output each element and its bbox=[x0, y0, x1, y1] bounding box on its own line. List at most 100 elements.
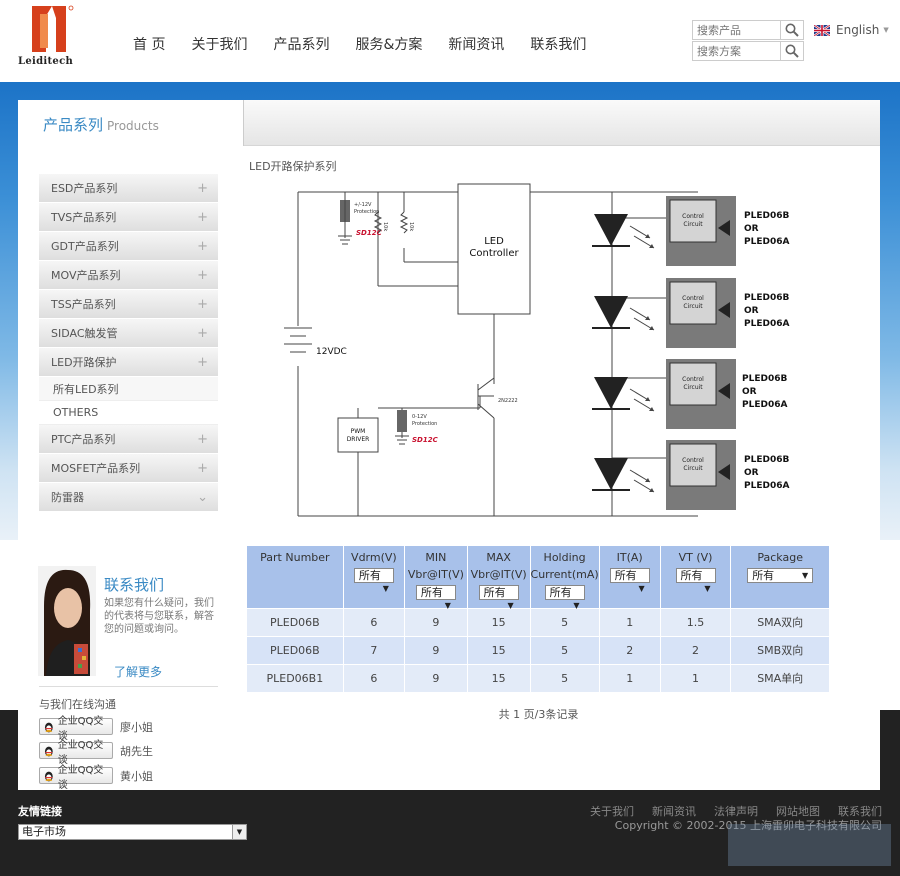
learn-more-link[interactable]: 了解更多 bbox=[114, 663, 162, 680]
solution-search-button[interactable] bbox=[781, 42, 803, 60]
supply-label: 12VDC bbox=[316, 347, 347, 357]
caret-down-icon: ▼ bbox=[444, 601, 451, 610]
sidebar-sub-others[interactable]: OTHERS bbox=[39, 401, 218, 425]
filter-select[interactable]: 所有 ▼ bbox=[675, 568, 716, 593]
part-line2: OR bbox=[744, 224, 759, 234]
table-row[interactable]: PLED06B 6 9 15 5 1 1.5 SMA双向 bbox=[247, 607, 830, 636]
part-line1: PLED06B bbox=[742, 374, 787, 384]
header-label: Holding bbox=[543, 551, 586, 564]
brand-name: Leiditech bbox=[18, 56, 74, 67]
nav-home[interactable]: 首 页 bbox=[133, 34, 165, 54]
nav-news[interactable]: 新闻资讯 bbox=[448, 34, 504, 54]
product-search-button[interactable] bbox=[781, 21, 803, 39]
resistor-value-1: 10k bbox=[382, 222, 388, 231]
plus-icon: + bbox=[197, 209, 208, 225]
sidebar-item-led[interactable]: LED开路保护 + bbox=[39, 348, 218, 377]
qq-agent-row: 企业QQ交谈 廖小姐 bbox=[39, 716, 153, 742]
sidebar-item-gdt[interactable]: GDT产品系列 + bbox=[39, 232, 218, 261]
part-line3: PLED06A bbox=[744, 237, 789, 247]
table-row[interactable]: PLED06B 7 9 15 5 2 2 SMB双向 bbox=[247, 635, 830, 664]
part-line2: OR bbox=[742, 387, 757, 397]
qq-chat-label: 企业QQ交谈 bbox=[57, 764, 104, 791]
filter-package[interactable]: 所有 ▼ bbox=[731, 566, 829, 584]
cell-package: SMA单向 bbox=[730, 663, 830, 692]
contact-title: 联系我们 bbox=[104, 576, 165, 594]
agent-name: 黄小姐 bbox=[120, 769, 153, 783]
qq-chat-button[interactable]: 企业QQ交谈 bbox=[39, 765, 113, 791]
panel-title-cn: 产品系列 bbox=[43, 116, 104, 134]
control-line2: Circuit bbox=[683, 221, 703, 228]
panel-title-en: Products bbox=[107, 119, 159, 133]
product-search bbox=[692, 20, 804, 40]
pagination-info: 共 1 页/3条记录 bbox=[498, 708, 579, 721]
part-line3: PLED06A bbox=[744, 319, 789, 329]
nav-products[interactable]: 产品系列 bbox=[273, 34, 329, 54]
sidebar-item-tvs[interactable]: TVS产品系列 + bbox=[39, 203, 218, 232]
table-row[interactable]: PLED06B1 6 9 15 5 1 1 SMA单向 bbox=[247, 663, 830, 692]
sidebar-item-label: 防雷器 bbox=[51, 491, 84, 504]
part-line3: PLED06A bbox=[744, 481, 789, 491]
filter-value: 所有 bbox=[483, 586, 506, 599]
plus-icon: + bbox=[197, 296, 208, 312]
cell-holding-current: 5 bbox=[530, 635, 600, 664]
filter-vdrm[interactable]: 所有 ▼ bbox=[344, 566, 404, 593]
header-label: VT (V) bbox=[678, 551, 713, 564]
filter-select[interactable]: 所有 ▼ bbox=[544, 585, 585, 610]
filter-select[interactable]: 所有 ▼ bbox=[353, 568, 394, 593]
contact-text: 如果您有什么疑问，我们的代表将与您联系，解答您的问题或询问。 bbox=[104, 598, 214, 635]
plus-icon: + bbox=[197, 238, 208, 254]
filter-select[interactable]: 所有 ▼ bbox=[478, 585, 519, 610]
sidebar-item-label: TSS产品系列 bbox=[51, 298, 116, 311]
protection-bot-line1: 0-12V bbox=[412, 414, 427, 420]
language-switch[interactable]: English ▼ bbox=[814, 23, 889, 37]
led-controller-line2: Controller bbox=[469, 248, 519, 259]
sidebar-item-tss[interactable]: TSS产品系列 + bbox=[39, 290, 218, 319]
filter-vt[interactable]: 所有 ▼ bbox=[661, 566, 731, 593]
cell-vt: 1 bbox=[660, 663, 732, 692]
uk-flag-icon bbox=[814, 24, 830, 36]
cell-max-vbr: 15 bbox=[467, 635, 531, 664]
col-it: IT(A) 所有 ▼ bbox=[599, 546, 661, 608]
filter-it[interactable]: 所有 ▼ bbox=[600, 566, 660, 593]
caret-down-icon: ▼ bbox=[883, 26, 889, 34]
sidebar-item-ptc[interactable]: PTC产品系列 + bbox=[39, 425, 218, 454]
part-line2: OR bbox=[744, 306, 759, 316]
caret-down-icon: ▼ bbox=[382, 584, 389, 593]
plus-icon: + bbox=[197, 354, 208, 370]
filter-select[interactable]: 所有 ▼ bbox=[415, 585, 456, 610]
col-vt: VT (V) 所有 ▼ bbox=[660, 546, 732, 608]
search-icon bbox=[785, 23, 799, 37]
col-part-number: Part Number bbox=[247, 546, 344, 608]
cell-package: SMA双向 bbox=[730, 607, 830, 636]
col-package: Package 所有 ▼ bbox=[730, 546, 830, 608]
protection-top-line1: +/-12V bbox=[354, 202, 372, 208]
search-icon bbox=[785, 44, 799, 58]
qq-chat-button[interactable]: 企业QQ交谈 bbox=[39, 716, 113, 742]
cell-part-number: PLED06B bbox=[247, 607, 344, 636]
col-vdrm: Vdrm(V) 所有 ▼ bbox=[343, 546, 406, 608]
part-line1: PLED06B bbox=[744, 211, 789, 221]
filter-select[interactable]: 所有 ▼ bbox=[747, 568, 814, 583]
cell-min-vbr: 9 bbox=[404, 607, 468, 636]
cell-holding-current: 5 bbox=[530, 607, 600, 636]
sidebar-item-mosfet[interactable]: MOSFET产品系列 + bbox=[39, 454, 218, 483]
sidebar-item-surge[interactable]: 防雷器 ⌄ bbox=[39, 483, 218, 512]
qq-chat-button[interactable]: 企业QQ交谈 bbox=[39, 740, 113, 766]
solution-search-input[interactable] bbox=[693, 42, 781, 60]
sidebar-item-mov[interactable]: MOV产品系列 + bbox=[39, 261, 218, 290]
led-stage-4: Control Circuit PLED06B OR PLED06A bbox=[592, 440, 789, 510]
agent-name: 胡先生 bbox=[120, 744, 153, 758]
nav-contact[interactable]: 联系我们 bbox=[530, 34, 586, 54]
cell-vdrm: 6 bbox=[343, 607, 406, 636]
friend-links-select[interactable]: 电子市场 ▼ bbox=[18, 824, 247, 840]
nav-services[interactable]: 服务&方案 bbox=[355, 34, 422, 54]
sidebar-sub-all-led[interactable]: 所有LED系列 bbox=[39, 377, 218, 401]
nav-about[interactable]: 关于我们 bbox=[191, 34, 247, 54]
sidebar-item-esd[interactable]: ESD产品系列 + bbox=[39, 174, 218, 203]
sidebar-item-sidac[interactable]: SIDAC触发管 + bbox=[39, 319, 218, 348]
cell-vdrm: 7 bbox=[343, 635, 406, 664]
sidebar-item-label: LED开路保护 bbox=[51, 356, 117, 369]
filter-select[interactable]: 所有 ▼ bbox=[609, 568, 650, 593]
filter-value: 所有 bbox=[549, 586, 572, 599]
product-search-input[interactable] bbox=[693, 21, 781, 39]
